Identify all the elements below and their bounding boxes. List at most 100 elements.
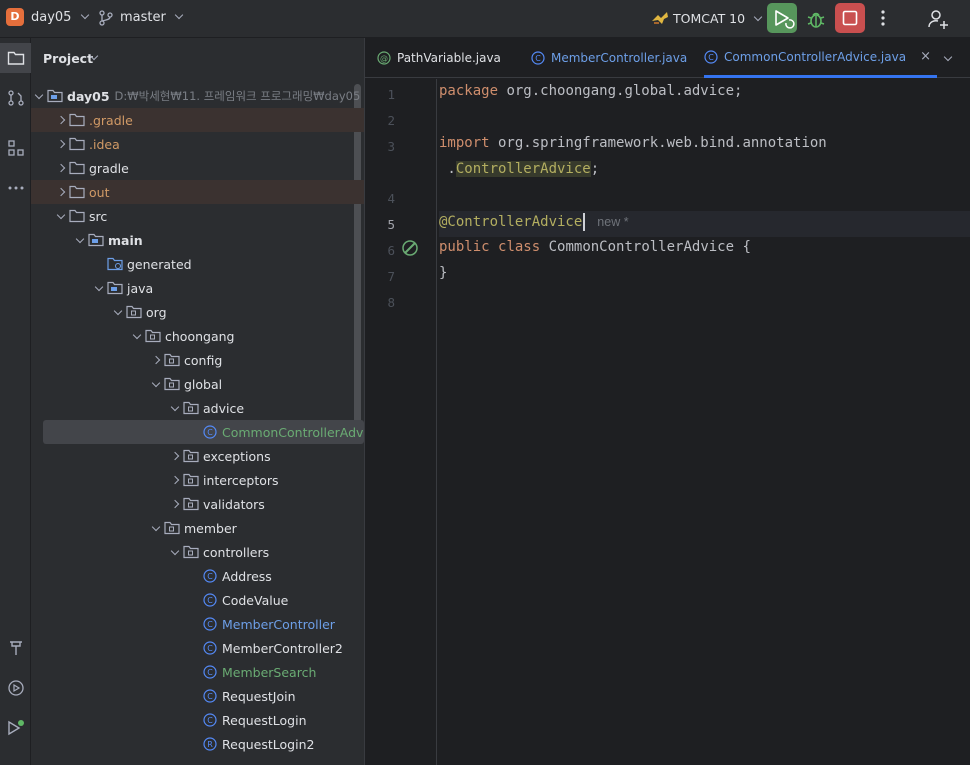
tree-item-package-org[interactable]: org (31, 300, 364, 324)
tree-item-class-requestlogin[interactable]: C RequestLogin (31, 708, 364, 732)
tree-item-package-global[interactable]: global (31, 372, 364, 396)
collapse-arrow-icon[interactable] (72, 232, 88, 248)
collapse-arrow-icon[interactable] (148, 376, 164, 392)
expand-arrow-icon[interactable] (53, 184, 69, 200)
package-icon (183, 496, 199, 512)
tree-item-class-membercontroller[interactable]: C MemberController (31, 612, 364, 636)
expand-arrow-icon[interactable] (148, 352, 164, 368)
add-user-button[interactable] (926, 7, 950, 31)
collapse-arrow-icon[interactable] (167, 544, 183, 560)
rerun-button[interactable] (767, 3, 797, 33)
editor-tab-bar: @ PathVariable.java C MemberController.j… (365, 38, 970, 78)
tree-item-folder-src[interactable]: src (31, 204, 364, 228)
svg-text:C: C (708, 53, 714, 62)
tree-item-package-config[interactable]: config (31, 348, 364, 372)
tab-membercontroller[interactable]: C MemberController.java (531, 38, 687, 78)
expand-arrow-icon[interactable] (167, 448, 183, 464)
bean-gutter-icon[interactable] (401, 239, 419, 257)
code-line-1: package org.choongang.global.advice; (439, 83, 743, 99)
expand-arrow-icon[interactable] (53, 160, 69, 176)
tree-item-label: gradle (89, 160, 129, 176)
project-tool-button[interactable] (0, 43, 31, 73)
tree-root-day05[interactable]: day05 D:₩박세현₩11. 프레임워크 프로그래밍₩day05 (31, 84, 364, 108)
tree-item-package-choongang[interactable]: choongang (31, 324, 364, 348)
class-icon: C (531, 51, 545, 65)
run-tool-button[interactable] (0, 713, 31, 743)
tree-item-package-controllers[interactable]: controllers (31, 540, 364, 564)
tree-item-class-requestjoin[interactable]: C RequestJoin (31, 684, 364, 708)
collapse-arrow-icon[interactable] (53, 208, 69, 224)
tree-item-folder-main[interactable]: main (31, 228, 364, 252)
run-configuration-selector[interactable]: TOMCAT 10 (673, 11, 763, 26)
structure-tool-button[interactable] (0, 133, 31, 163)
class-icon: C (704, 49, 718, 64)
branch-selector[interactable]: master (120, 10, 184, 25)
collapse-arrow-icon[interactable] (31, 88, 47, 104)
author-inlay-hint[interactable]: new * (597, 215, 628, 229)
collapse-arrow-icon[interactable] (91, 280, 107, 296)
expand-arrow-icon[interactable] (167, 496, 183, 512)
collapse-arrow-icon[interactable] (110, 304, 126, 320)
class-icon: C (202, 592, 218, 608)
tree-item-folder-gradle-wrapper[interactable]: gradle (31, 156, 364, 180)
tab-label: CommonControllerAdvice.java (724, 49, 907, 64)
tab-list-chevron-icon[interactable] (943, 52, 953, 62)
class-icon: C (202, 568, 218, 584)
collapse-arrow-icon[interactable] (167, 400, 183, 416)
tree-item-package-advice[interactable]: advice (31, 396, 364, 420)
project-name: day05 (31, 10, 72, 25)
tree-item-label: global (184, 376, 223, 392)
line-number: 2 (387, 113, 395, 128)
tree-item-label: MemberSearch (222, 664, 317, 680)
tree-item-class-membersearch[interactable]: C MemberSearch (31, 660, 364, 684)
tree-item-class-address[interactable]: C Address (31, 564, 364, 588)
expand-arrow-icon[interactable] (53, 112, 69, 128)
tree-item-label: exceptions (203, 448, 271, 464)
tab-label: MemberController.java (551, 51, 688, 65)
text-caret (583, 213, 586, 231)
stop-icon (842, 10, 858, 26)
tab-commoncontrolleradvice[interactable]: C CommonControllerAdvice.java × (704, 38, 937, 78)
commit-tool-button[interactable] (0, 83, 31, 113)
tree-item-folder-out[interactable]: out (31, 180, 364, 204)
tree-item-package-validators[interactable]: validators (31, 492, 364, 516)
expand-arrow-icon[interactable] (53, 136, 69, 152)
tree-item-folder-idea[interactable]: .idea (31, 132, 364, 156)
more-icon (8, 186, 23, 190)
project-selector[interactable]: day05 (31, 10, 89, 25)
services-icon (7, 680, 24, 696)
more-tools-button[interactable] (0, 173, 31, 203)
tree-item-package-interceptors[interactable]: interceptors (31, 468, 364, 492)
svg-text:C: C (207, 620, 213, 629)
tree-item-folder-generated[interactable]: generated (31, 252, 364, 276)
collapse-arrow-icon[interactable] (148, 520, 164, 536)
collapse-arrow-icon[interactable] (129, 328, 145, 344)
structure-icon (7, 140, 24, 156)
build-tool-button[interactable] (0, 633, 31, 663)
tree-item-folder-gradle[interactable]: .gradle (31, 108, 364, 132)
project-badge[interactable]: D (6, 8, 24, 26)
close-tab-icon[interactable]: × (920, 49, 931, 64)
editor-area: @ PathVariable.java C MemberController.j… (364, 38, 970, 765)
tree-item-class-membercontroller2[interactable]: C MemberController2 (31, 636, 364, 660)
debug-button[interactable] (803, 6, 829, 32)
expand-arrow-icon[interactable] (167, 472, 183, 488)
services-tool-button[interactable] (0, 673, 31, 703)
tree-item-folder-java[interactable]: java (31, 276, 364, 300)
package-icon (183, 544, 199, 560)
more-actions-button[interactable] (875, 8, 891, 28)
tab-pathvariable[interactable]: @ PathVariable.java (377, 38, 501, 78)
git-branch-icon[interactable] (99, 10, 113, 26)
tree-item-class-requestlogin2[interactable]: R RequestLogin2 (31, 732, 364, 756)
tree-item-package-exceptions[interactable]: exceptions (31, 444, 364, 468)
panel-title[interactable]: Project (43, 51, 93, 66)
tree-item-label: controllers (203, 544, 270, 560)
folder-icon (69, 112, 85, 128)
tree-item-package-member[interactable]: member (31, 516, 364, 540)
stop-button[interactable] (835, 3, 865, 33)
tree-item-class-codevalue[interactable]: C CodeValue (31, 588, 364, 612)
tree-item-class-commoncontrolleradvice[interactable]: C CommonControllerAdvice (43, 420, 364, 444)
